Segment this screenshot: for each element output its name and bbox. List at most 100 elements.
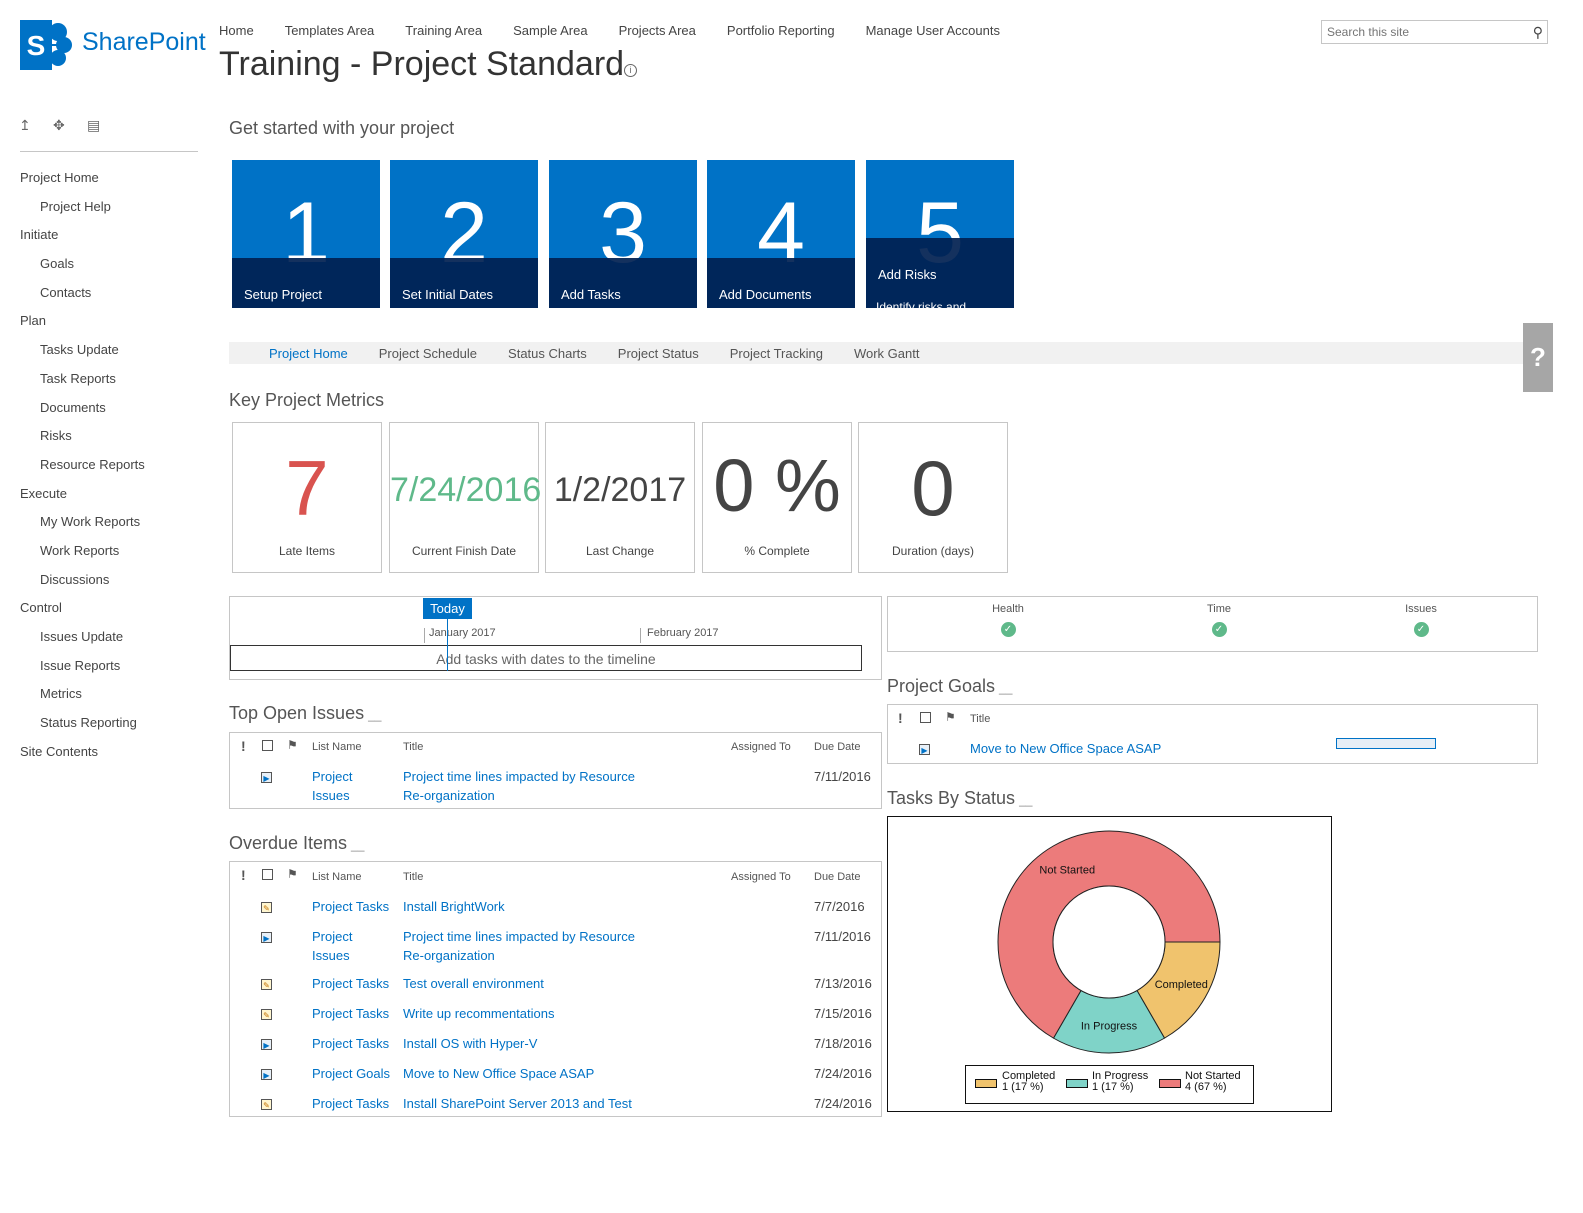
header-assigned-to[interactable]: Assigned To (731, 741, 791, 753)
checkbox-icon[interactable] (920, 712, 931, 723)
topnav-home[interactable]: Home (219, 23, 254, 41)
row-list-name[interactable]: Issues (312, 946, 350, 965)
ql-contacts[interactable]: Contacts (20, 284, 205, 313)
ql-project-help[interactable]: Project Help (20, 198, 205, 227)
tile-add-documents[interactable]: 4 Add Documents (707, 160, 855, 308)
row-list-name[interactable]: Issues (312, 786, 350, 805)
tab-project-home[interactable]: Project Home (269, 346, 348, 361)
info-icon[interactable]: i (624, 64, 637, 77)
row-title[interactable]: Project time lines impacted by Resource (403, 927, 635, 946)
header-due-date[interactable]: Due Date (814, 741, 860, 753)
header-due-date[interactable]: Due Date (814, 871, 860, 883)
metric-caption: Late Items (278, 544, 336, 558)
ql-issue-reports[interactable]: Issue Reports (20, 657, 205, 686)
ql-initiate[interactable]: Initiate (20, 226, 205, 255)
row-title[interactable]: Install BrightWork (403, 897, 505, 916)
checkbox-icon[interactable] (262, 740, 273, 751)
tile-label: Add Risks (878, 267, 937, 282)
row-list-name[interactable]: Project Tasks (312, 1004, 389, 1023)
metric-duration: 0 Duration (days) (858, 422, 1008, 573)
ql-discussions[interactable]: Discussions (20, 571, 205, 600)
tile-add-tasks[interactable]: 3 Add Tasks (549, 160, 697, 308)
row-title[interactable]: Test overall environment (403, 974, 544, 993)
topnav-templates-area[interactable]: Templates Area (285, 23, 375, 41)
row-list-name[interactable]: Project (312, 767, 352, 786)
search-input[interactable] (1322, 21, 1517, 43)
row-list-name[interactable]: Project Goals (312, 1064, 390, 1083)
header-assigned-to[interactable]: Assigned To (731, 871, 791, 883)
collapse-marker[interactable]: __ (351, 838, 364, 852)
timeline-tick (640, 628, 641, 643)
row-title[interactable]: Re-organization (403, 946, 495, 965)
goal-title[interactable]: Move to New Office Space ASAP (970, 739, 1161, 758)
ql-execute[interactable]: Execute (20, 485, 205, 514)
header-list-name[interactable]: List Name (312, 741, 362, 753)
tab-status-charts[interactable]: Status Charts (508, 346, 587, 361)
ql-control[interactable]: Control (20, 599, 205, 628)
row-title[interactable]: Re-organization (403, 786, 495, 805)
ql-goals[interactable]: Goals (20, 255, 205, 284)
collapse-marker[interactable]: __ (1019, 793, 1032, 807)
legend-in-progress: In Progress 1 (17 %) (1092, 1071, 1148, 1093)
row-title[interactable]: Install SharePoint Server 2013 and Test (403, 1094, 632, 1113)
ql-project-home[interactable]: Project Home (20, 169, 205, 198)
sharepoint-logo[interactable]: S SharePoint (20, 18, 210, 74)
sharepoint-logo-icon: S (20, 20, 72, 70)
row-title[interactable]: Move to New Office Space ASAP (403, 1064, 594, 1083)
row-title[interactable]: Install OS with Hyper-V (403, 1034, 537, 1053)
slice-label: Not Started (1039, 865, 1095, 877)
row-list-name[interactable]: Project Tasks (312, 974, 389, 993)
ql-documents[interactable]: Documents (20, 399, 205, 428)
row-list-name[interactable]: Project Tasks (312, 1034, 389, 1053)
ql-resource-reports[interactable]: Resource Reports (20, 456, 205, 485)
collapse-marker[interactable]: __ (368, 708, 381, 722)
row-title[interactable]: Write up recommentations (403, 1004, 555, 1023)
tile-setup-project[interactable]: 1 Setup Project (232, 160, 380, 308)
ql-status-reporting[interactable]: Status Reporting (20, 714, 205, 743)
status-label: Health (992, 603, 1024, 615)
row-title[interactable]: Project time lines impacted by Resource (403, 767, 635, 786)
header-title[interactable]: Title (403, 741, 423, 753)
topnav-portfolio-reporting[interactable]: Portfolio Reporting (727, 23, 835, 41)
section-title-text: Tasks By Status (887, 788, 1016, 808)
ql-my-work-reports[interactable]: My Work Reports (20, 513, 205, 542)
list-icon[interactable]: ▤ (87, 117, 103, 134)
ql-site-contents[interactable]: Site Contents (20, 743, 205, 772)
help-button[interactable]: ? (1523, 323, 1553, 392)
ql-work-reports[interactable]: Work Reports (20, 542, 205, 571)
tab-project-schedule[interactable]: Project Schedule (379, 346, 477, 361)
row-list-name[interactable]: Project Tasks (312, 1094, 389, 1113)
collapse-marker[interactable]: __ (999, 681, 1012, 695)
topnav-sample-area[interactable]: Sample Area (513, 23, 587, 41)
ql-risks[interactable]: Risks (20, 427, 205, 456)
key-metrics-title: Key Project Metrics (229, 390, 385, 410)
tab-work-gantt[interactable]: Work Gantt (854, 346, 920, 361)
ql-issues-update[interactable]: Issues Update (20, 628, 205, 657)
ql-plan[interactable]: Plan (20, 312, 205, 341)
header-list-name[interactable]: List Name (312, 871, 362, 883)
row-due-date: 7/18/2016 (814, 1036, 872, 1051)
topnav-manage-user-accounts[interactable]: Manage User Accounts (866, 23, 1000, 41)
topnav-training-area[interactable]: Training Area (405, 23, 482, 41)
metric-late-items: 7 Late Items (232, 422, 382, 573)
tab-project-tracking[interactable]: Project Tracking (730, 346, 823, 361)
tile-set-initial-dates[interactable]: 2 Set Initial Dates (390, 160, 538, 308)
row-list-name[interactable]: Project Tasks (312, 897, 389, 916)
check-icon: ✓ (1413, 622, 1429, 637)
header-title[interactable]: Title (970, 713, 990, 725)
timeline-empty-message[interactable]: Add tasks with dates to the timeline (230, 645, 862, 671)
search-icon[interactable]: ⚲ (1533, 24, 1543, 41)
checkbox-icon[interactable] (262, 869, 273, 880)
ql-task-reports[interactable]: Task Reports (20, 370, 205, 399)
tile-add-risks[interactable]: 5 Add Risks Identify risks and (866, 160, 1014, 308)
status-health: Health ✓ (968, 603, 1048, 637)
topnav-projects-area[interactable]: Projects Area (619, 23, 696, 41)
row-list-name[interactable]: Project (312, 927, 352, 946)
move-icon[interactable]: ✥ (53, 117, 69, 134)
ql-metrics[interactable]: Metrics (20, 685, 205, 714)
tab-project-status[interactable]: Project Status (618, 346, 699, 361)
task-icon: ✎ (261, 902, 272, 913)
ql-tasks-update[interactable]: Tasks Update (20, 341, 205, 370)
header-title[interactable]: Title (403, 871, 423, 883)
edit-links-icon[interactable]: ↥ (19, 117, 35, 134)
